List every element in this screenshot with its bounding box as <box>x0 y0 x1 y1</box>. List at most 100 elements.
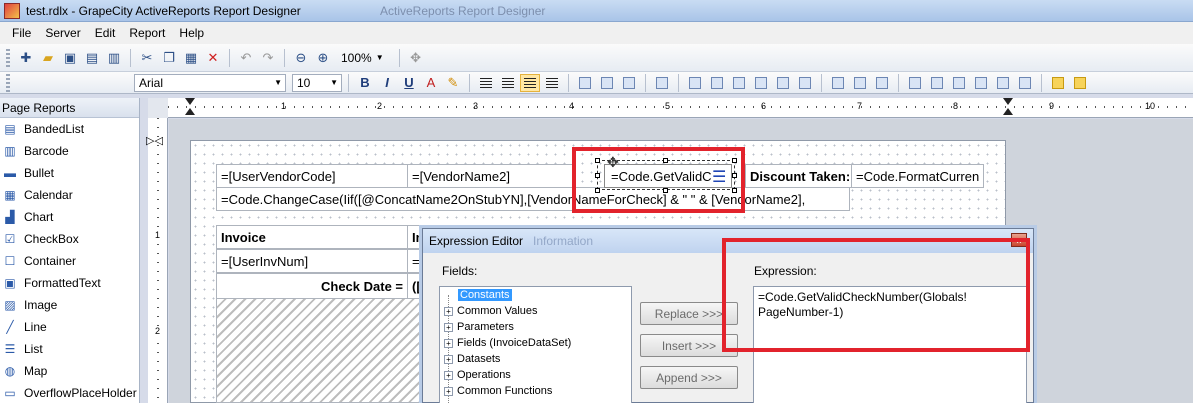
dialog-title: Expression Editor <box>429 234 524 248</box>
delete-icon[interactable]: ✕ <box>203 48 223 68</box>
toolbar-grip[interactable] <box>6 48 10 67</box>
add-page-icon[interactable]: ▤ <box>82 48 102 68</box>
menu-server[interactable]: Server <box>39 26 88 40</box>
tree-item-parameters[interactable]: + Parameters <box>444 319 514 335</box>
vertical-spacing-equal-icon[interactable] <box>971 74 991 92</box>
vertical-spacing-decrease-icon[interactable] <box>1015 74 1035 92</box>
horizontal-spacing-equal-icon[interactable] <box>905 74 925 92</box>
same-width-icon[interactable] <box>828 74 848 92</box>
font-size-select[interactable]: 10 ▼ <box>292 73 342 92</box>
redo-icon[interactable]: ↷ <box>258 48 278 68</box>
menu-help[interactable]: Help <box>173 26 212 40</box>
expand-icon[interactable]: + <box>444 370 453 380</box>
paste-icon[interactable]: ▦ <box>181 48 201 68</box>
left-margin-marker[interactable] <box>185 98 195 116</box>
toolbox-item-line[interactable]: ╱ Line <box>0 316 139 338</box>
fields-tree[interactable]: Constants + Common Values + Parameters + Fi… <box>439 286 632 403</box>
toolbox-item-overflowplaceholder[interactable]: ▭ OverflowPlaceHolder <box>0 382 139 403</box>
tree-item-common-functions[interactable]: + Common Functions <box>444 383 552 399</box>
align-bottoms-icon[interactable] <box>795 74 815 92</box>
chart-icon: ▟ <box>5 210 15 224</box>
align-left-icon[interactable] <box>476 74 496 92</box>
same-size-icon[interactable] <box>872 74 892 92</box>
align-top-icon[interactable] <box>575 74 595 92</box>
toolbox-item-barcode[interactable]: ▥ Barcode <box>0 140 139 162</box>
tree-item-constants[interactable]: Constants <box>458 287 512 303</box>
send-to-back-icon[interactable] <box>1070 74 1090 92</box>
menu-report[interactable]: Report <box>123 26 173 40</box>
toolbox-item-bandedlist[interactable]: ▤ BandedList <box>0 118 139 140</box>
expand-icon[interactable]: + <box>444 306 453 316</box>
same-height-icon[interactable] <box>850 74 870 92</box>
expand-icon[interactable]: + <box>444 338 453 348</box>
zoom-select[interactable]: 100% ▼ <box>335 49 393 67</box>
align-center-icon[interactable] <box>498 74 518 92</box>
discount-taken-label[interactable]: Discount Taken: <box>745 164 852 188</box>
horizontal-spacing-increase-icon[interactable] <box>927 74 947 92</box>
align-lefts-icon[interactable] <box>685 74 705 92</box>
toolbox-item-container[interactable]: ☐ Container <box>0 250 139 272</box>
align-centers-icon[interactable] <box>707 74 727 92</box>
bring-to-front-icon[interactable] <box>1048 74 1068 92</box>
toolbox-item-list[interactable]: ☰ List <box>0 338 139 360</box>
toolbox-item-label: Line <box>24 320 47 334</box>
toolbox-item-calendar[interactable]: ▦ Calendar <box>0 184 139 206</box>
align-bottom-icon[interactable] <box>619 74 639 92</box>
format-currency-textbox[interactable]: =Code.FormatCurren <box>851 164 984 188</box>
user-vendor-code-textbox[interactable]: =[UserVendorCode] <box>216 164 408 188</box>
zoom-in-icon[interactable]: ⊕ <box>313 48 333 68</box>
toolbox-item-formattedtext[interactable]: ▣ FormattedText <box>0 272 139 294</box>
new-report-icon[interactable]: ✚ <box>16 48 36 68</box>
vendor-name2-textbox[interactable]: =[VendorName2] <box>407 164 573 188</box>
align-middles-icon[interactable] <box>773 74 793 92</box>
expand-icon[interactable]: + <box>444 354 453 364</box>
copy-icon[interactable]: ❐ <box>159 48 179 68</box>
tree-item-fields[interactable]: + Fields (InvoiceDataSet) <box>444 335 571 351</box>
toolbox-item-chart[interactable]: ▟ Chart <box>0 206 139 228</box>
underline-button[interactable]: U <box>399 74 419 92</box>
align-middle-icon[interactable] <box>597 74 617 92</box>
ruler-number: 4 <box>569 101 575 111</box>
align-rights-icon[interactable] <box>729 74 749 92</box>
cut-icon[interactable]: ✂ <box>137 48 157 68</box>
save-icon[interactable]: ▣ <box>60 48 80 68</box>
tree-item-common-values[interactable]: + Common Values <box>444 303 538 319</box>
toolbar-grip[interactable] <box>6 73 10 92</box>
highlight-color-icon[interactable]: ✎ <box>443 73 463 93</box>
append-button[interactable]: Append >>> <box>640 366 738 389</box>
expand-icon[interactable]: + <box>444 322 453 332</box>
toolbox-item-image[interactable]: ▨ Image <box>0 294 139 316</box>
undo-icon[interactable]: ↶ <box>236 48 256 68</box>
italic-button[interactable]: I <box>377 74 397 92</box>
menu-bar: File Server Edit Report Help <box>0 22 1193 44</box>
vertical-spacing-increase-icon[interactable] <box>993 74 1013 92</box>
ruler-number: 9 <box>1049 101 1055 111</box>
toolbar-separator <box>821 73 822 92</box>
toolbox-item-map[interactable]: ◍ Map <box>0 360 139 382</box>
zoom-out-icon[interactable]: ⊖ <box>291 48 311 68</box>
align-right-icon[interactable] <box>520 73 540 92</box>
right-margin-marker[interactable] <box>1003 98 1013 116</box>
horizontal-spacing-decrease-icon[interactable] <box>949 74 969 92</box>
check-date-label[interactable]: Check Date = <box>216 273 408 299</box>
band-bracket-icon[interactable]: ▷◁ <box>146 134 163 147</box>
expand-icon[interactable]: + <box>444 386 453 396</box>
font-name-select[interactable]: Arial ▼ <box>134 73 286 92</box>
menu-file[interactable]: File <box>6 26 39 40</box>
align-justify-icon[interactable] <box>542 74 562 92</box>
change-case-textbox[interactable]: =Code.ChangeCase(Iif([@ConcatName2OnStub… <box>216 187 850 211</box>
tree-item-datasets[interactable]: + Datasets <box>444 351 500 367</box>
toolbox-item-checkbox[interactable]: ☑ CheckBox <box>0 228 139 250</box>
bold-button[interactable]: B <box>355 74 375 92</box>
remove-page-icon[interactable]: ▥ <box>104 48 124 68</box>
user-inv-num-textbox[interactable]: =[UserInvNum] <box>216 249 408 273</box>
tree-item-operations[interactable]: + Operations <box>444 367 511 383</box>
font-color-icon[interactable]: A <box>421 73 441 93</box>
move-icon[interactable]: ✥ <box>406 48 426 68</box>
invoice-header-cell[interactable]: Invoice <box>216 225 408 249</box>
menu-edit[interactable]: Edit <box>89 26 124 40</box>
align-tops-icon[interactable] <box>751 74 771 92</box>
align-to-grid-icon[interactable] <box>652 74 672 92</box>
toolbox-item-bullet[interactable]: ▬ Bullet <box>0 162 139 184</box>
open-folder-icon[interactable]: ▰ <box>38 48 58 68</box>
